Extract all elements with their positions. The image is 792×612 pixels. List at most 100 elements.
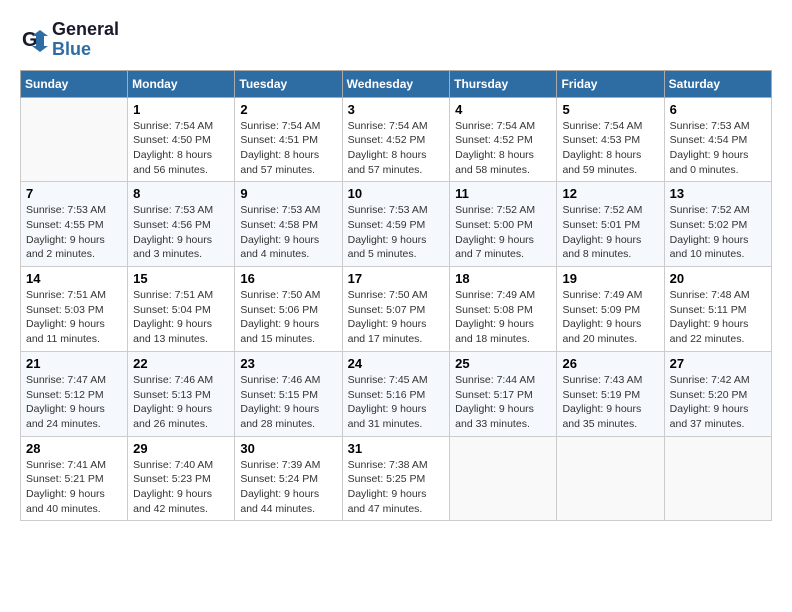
day-number: 1 [133,102,229,117]
calendar-week-row: 21 Sunrise: 7:47 AM Sunset: 5:12 PM Dayli… [21,351,772,436]
calendar-cell [664,436,771,521]
day-number: 7 [26,186,122,201]
calendar-cell: 9Sunrise: 7:53 AM Sunset: 4:58 PM Daylig… [235,182,342,267]
calendar-cell: 31 Sunrise: 7:38 AM Sunset: 5:25 PM Dayli… [342,436,450,521]
day-number: 8 [133,186,229,201]
day-number: 16 [240,271,336,286]
calendar-cell: 11Sunrise: 7:52 AM Sunset: 5:00 PM Dayli… [450,182,557,267]
day-info: Sunrise: 7:48 AM Sunset: 5:11 PM Dayligh… [670,288,766,347]
day-info: Sunrise: 7:49 AM Sunset: 5:09 PM Dayligh… [562,288,658,347]
day-number: 27 [670,356,766,371]
weekday-header-saturday: Saturday [664,70,771,97]
page-header: G General Blue [20,20,772,60]
calendar-cell: 26Sunrise: 7:43 AM Sunset: 5:19 PM Dayli… [557,351,664,436]
day-number: 13 [670,186,766,201]
calendar-cell: 10 Sunrise: 7:53 AM Sunset: 4:59 PM Dayli… [342,182,450,267]
day-number: 17 [348,271,445,286]
day-number: 6 [670,102,766,117]
day-info: Sunrise: 7:54 AM Sunset: 4:52 PM Dayligh… [348,119,445,178]
day-number: 15 [133,271,229,286]
day-info: Sunrise: 7:50 AM Sunset: 5:06 PM Dayligh… [240,288,336,347]
day-number: 10 [348,186,445,201]
day-info: Sunrise: 7:51 AM Sunset: 5:03 PM Dayligh… [26,288,122,347]
day-number: 26 [562,356,658,371]
calendar-cell: 25 Sunrise: 7:44 AM Sunset: 5:17 PM Dayli… [450,351,557,436]
calendar-cell: 23 Sunrise: 7:46 AM Sunset: 5:15 PM Dayli… [235,351,342,436]
calendar-cell: 18Sunrise: 7:49 AM Sunset: 5:08 PM Dayli… [450,267,557,352]
day-info: Sunrise: 7:52 AM Sunset: 5:00 PM Dayligh… [455,203,551,262]
day-number: 30 [240,441,336,456]
calendar-week-row: 7 Sunrise: 7:53 AM Sunset: 4:55 PM Daylig… [21,182,772,267]
calendar-cell [450,436,557,521]
day-number: 24 [348,356,445,371]
day-info: Sunrise: 7:53 AM Sunset: 4:59 PM Dayligh… [348,203,445,262]
day-info: Sunrise: 7:53 AM Sunset: 4:56 PM Dayligh… [133,203,229,262]
calendar-cell [21,97,128,182]
calendar-cell: 15 Sunrise: 7:51 AM Sunset: 5:04 PM Dayli… [128,267,235,352]
day-info: Sunrise: 7:40 AM Sunset: 5:23 PM Dayligh… [133,458,229,517]
calendar-cell: 16 Sunrise: 7:50 AM Sunset: 5:06 PM Dayli… [235,267,342,352]
calendar-cell: 30 Sunrise: 7:39 AM Sunset: 5:24 PM Dayli… [235,436,342,521]
weekday-header-sunday: Sunday [21,70,128,97]
day-number: 14 [26,271,122,286]
calendar-table: SundayMondayTuesdayWednesdayThursdayFrid… [20,70,772,522]
day-number: 28 [26,441,122,456]
day-number: 21 [26,356,122,371]
day-info: Sunrise: 7:51 AM Sunset: 5:04 PM Dayligh… [133,288,229,347]
calendar-cell: 20 Sunrise: 7:48 AM Sunset: 5:11 PM Dayli… [664,267,771,352]
calendar-cell: 5Sunrise: 7:54 AM Sunset: 4:53 PM Daylig… [557,97,664,182]
logo-text-general: General [52,20,119,40]
calendar-cell: 27 Sunrise: 7:42 AM Sunset: 5:20 PM Dayli… [664,351,771,436]
day-info: Sunrise: 7:42 AM Sunset: 5:20 PM Dayligh… [670,373,766,432]
calendar-cell: 7 Sunrise: 7:53 AM Sunset: 4:55 PM Daylig… [21,182,128,267]
day-info: Sunrise: 7:53 AM Sunset: 4:55 PM Dayligh… [26,203,122,262]
calendar-cell: 14 Sunrise: 7:51 AM Sunset: 5:03 PM Dayli… [21,267,128,352]
calendar-cell: 24 Sunrise: 7:45 AM Sunset: 5:16 PM Dayli… [342,351,450,436]
day-info: Sunrise: 7:50 AM Sunset: 5:07 PM Dayligh… [348,288,445,347]
calendar-cell: 3 Sunrise: 7:54 AM Sunset: 4:52 PM Daylig… [342,97,450,182]
day-info: Sunrise: 7:54 AM Sunset: 4:51 PM Dayligh… [240,119,336,178]
day-number: 3 [348,102,445,117]
calendar-cell: 4 Sunrise: 7:54 AM Sunset: 4:52 PM Daylig… [450,97,557,182]
calendar-body: 1 Sunrise: 7:54 AM Sunset: 4:50 PM Daylig… [21,97,772,521]
calendar-header: SundayMondayTuesdayWednesdayThursdayFrid… [21,70,772,97]
weekday-header-monday: Monday [128,70,235,97]
day-number: 4 [455,102,551,117]
calendar-cell: 28 Sunrise: 7:41 AM Sunset: 5:21 PM Dayli… [21,436,128,521]
calendar-week-row: 28 Sunrise: 7:41 AM Sunset: 5:21 PM Dayli… [21,436,772,521]
day-info: Sunrise: 7:47 AM Sunset: 5:12 PM Dayligh… [26,373,122,432]
calendar-cell: 1 Sunrise: 7:54 AM Sunset: 4:50 PM Daylig… [128,97,235,182]
weekday-header-wednesday: Wednesday [342,70,450,97]
logo: G General Blue [20,20,119,60]
day-number: 12 [562,186,658,201]
day-number: 31 [348,441,445,456]
day-info: Sunrise: 7:54 AM Sunset: 4:52 PM Dayligh… [455,119,551,178]
day-info: Sunrise: 7:53 AM Sunset: 4:54 PM Dayligh… [670,119,766,178]
day-info: Sunrise: 7:53 AM Sunset: 4:58 PM Dayligh… [240,203,336,262]
day-number: 23 [240,356,336,371]
day-number: 2 [240,102,336,117]
day-info: Sunrise: 7:39 AM Sunset: 5:24 PM Dayligh… [240,458,336,517]
day-number: 19 [562,271,658,286]
day-number: 22 [133,356,229,371]
weekday-header-row: SundayMondayTuesdayWednesdayThursdayFrid… [21,70,772,97]
calendar-cell: 19 Sunrise: 7:49 AM Sunset: 5:09 PM Dayli… [557,267,664,352]
day-info: Sunrise: 7:41 AM Sunset: 5:21 PM Dayligh… [26,458,122,517]
calendar-cell: 13 Sunrise: 7:52 AM Sunset: 5:02 PM Dayli… [664,182,771,267]
weekday-header-thursday: Thursday [450,70,557,97]
calendar-week-row: 14 Sunrise: 7:51 AM Sunset: 5:03 PM Dayli… [21,267,772,352]
calendar-cell: 12Sunrise: 7:52 AM Sunset: 5:01 PM Dayli… [557,182,664,267]
day-info: Sunrise: 7:52 AM Sunset: 5:02 PM Dayligh… [670,203,766,262]
day-number: 29 [133,441,229,456]
day-info: Sunrise: 7:45 AM Sunset: 5:16 PM Dayligh… [348,373,445,432]
weekday-header-friday: Friday [557,70,664,97]
day-info: Sunrise: 7:46 AM Sunset: 5:15 PM Dayligh… [240,373,336,432]
day-number: 25 [455,356,551,371]
day-info: Sunrise: 7:49 AM Sunset: 5:08 PM Dayligh… [455,288,551,347]
day-number: 20 [670,271,766,286]
day-info: Sunrise: 7:38 AM Sunset: 5:25 PM Dayligh… [348,458,445,517]
calendar-cell: 6 Sunrise: 7:53 AM Sunset: 4:54 PM Daylig… [664,97,771,182]
day-info: Sunrise: 7:46 AM Sunset: 5:13 PM Dayligh… [133,373,229,432]
day-info: Sunrise: 7:54 AM Sunset: 4:50 PM Dayligh… [133,119,229,178]
day-info: Sunrise: 7:44 AM Sunset: 5:17 PM Dayligh… [455,373,551,432]
